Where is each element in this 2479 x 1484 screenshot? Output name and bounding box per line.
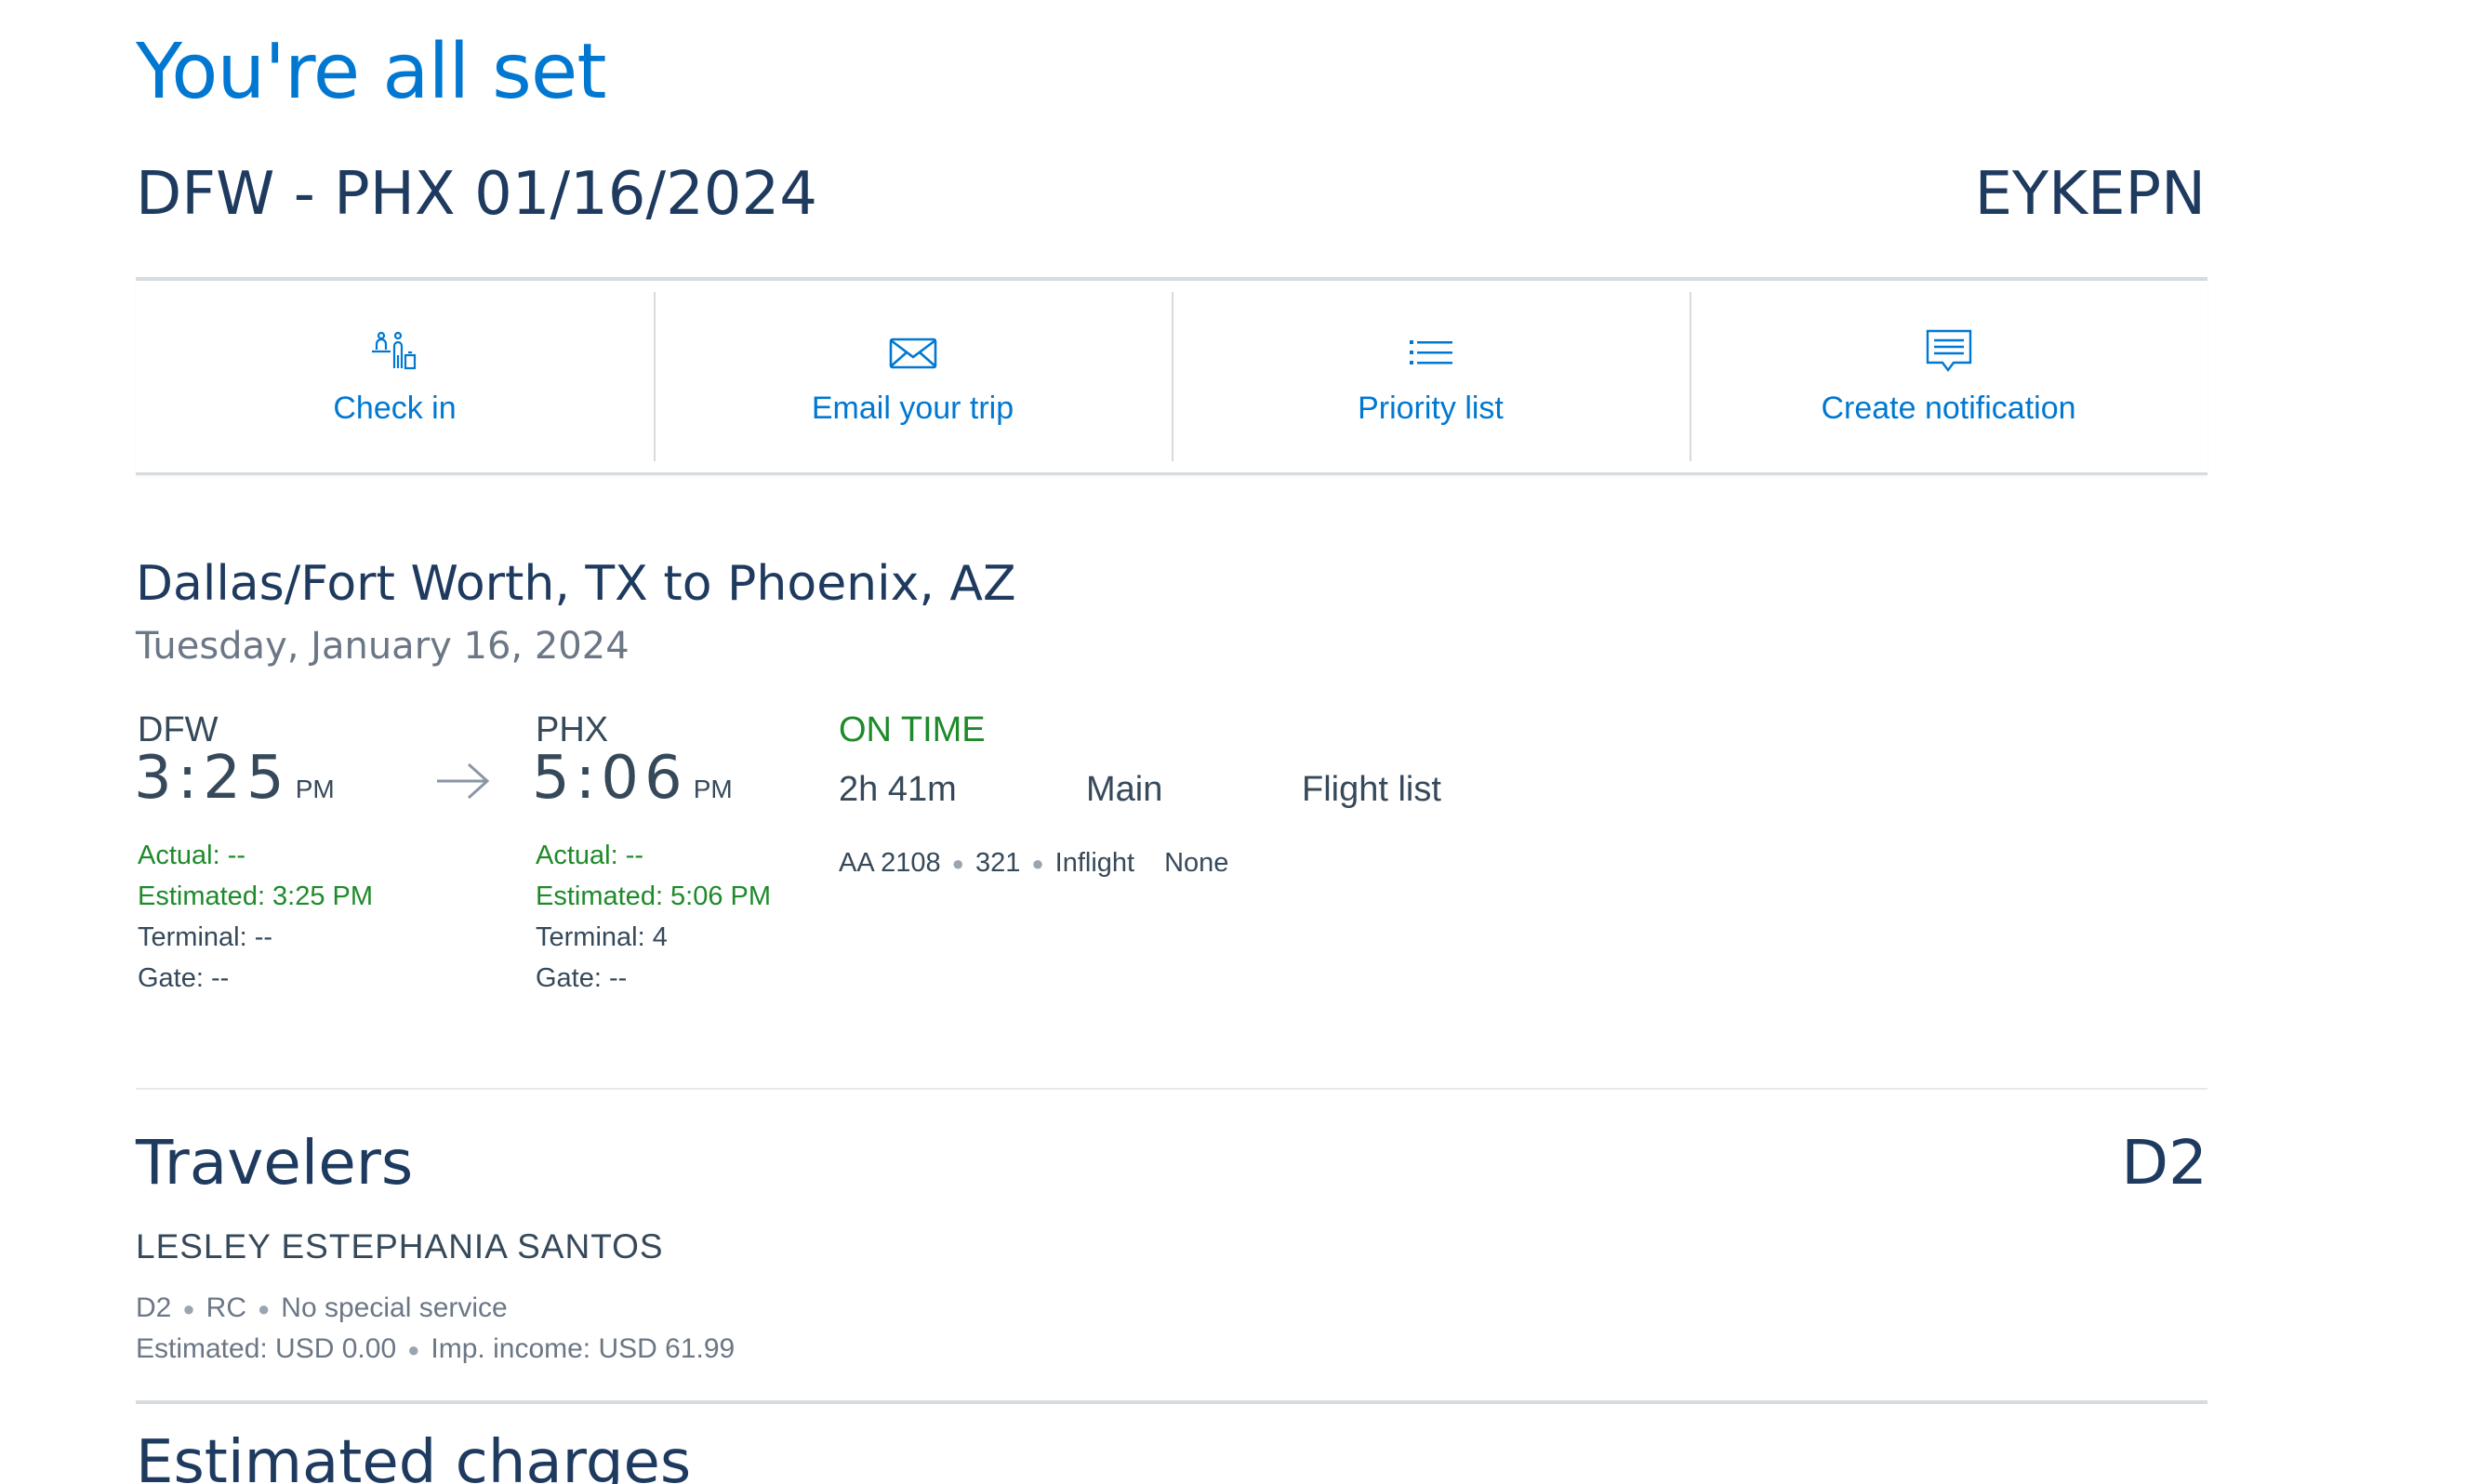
traveler-estimated: Estimated: USD 0.00: [136, 1333, 397, 1364]
traveler-charges: Estimated: USD 0.00 ● Imp. income: USD 61.…: [136, 1333, 735, 1365]
estimated-charges-heading: Estimated charges: [136, 1428, 692, 1484]
origin-terminal: Terminal: --: [138, 922, 273, 952]
notification-icon: [1924, 327, 1974, 378]
priority-list-button[interactable]: Priority list: [1172, 281, 1690, 472]
separator-dot: ●: [1031, 852, 1044, 876]
record-locator: EYKEPN: [1974, 160, 2206, 229]
flight-meta-line: AA 2108 ● 321 ● Inflight None: [839, 848, 1228, 879]
origin-gate: Gate: --: [138, 963, 230, 993]
trip-confirmation-page: You're all set DFW - PHX 01/16/2024 EYKE…: [0, 0, 2479, 1484]
destination-ampm: PM: [693, 775, 733, 803]
traveler-service: No special service: [281, 1292, 508, 1323]
origin-estimated: Estimated: 3:25 PM: [138, 881, 374, 911]
traveler-seat: D2: [136, 1292, 172, 1323]
cabin-class: Main: [1086, 770, 1163, 809]
destination-time: 5:06 PM: [532, 744, 733, 813]
traveler-details: D2 ● RC ● No special service: [136, 1292, 508, 1324]
trip-actions-bar: Check in Email your trip Priority list C…: [136, 277, 2207, 475]
segment-date: Tuesday, January 16, 2024: [136, 625, 630, 668]
destination-actual: Actual: --: [536, 841, 644, 870]
flight-number: AA 2108: [839, 848, 941, 878]
list-icon: [1406, 327, 1456, 378]
create-notification-button[interactable]: Create notification: [1690, 281, 2207, 472]
check-in-icon: [370, 327, 420, 378]
check-in-label: Check in: [333, 390, 457, 426]
traveler-code: RC: [205, 1292, 246, 1323]
section-divider: [136, 1088, 2207, 1090]
flight-status: ON TIME: [839, 710, 986, 749]
flight-duration: 2h 41m: [839, 770, 957, 809]
origin-time-value: 3:25: [134, 744, 290, 813]
page-title: You're all set: [136, 28, 607, 116]
flight-list-link[interactable]: Flight list: [1302, 770, 1441, 810]
destination-estimated: Estimated: 5:06 PM: [536, 881, 772, 911]
origin-actual: Actual: --: [138, 841, 246, 870]
destination-time-value: 5:06: [532, 744, 688, 813]
arrow-right-icon: [435, 761, 491, 806]
travelers-seat-summary: D2: [2121, 1127, 2207, 1199]
inflight-value: None: [1164, 848, 1229, 878]
travelers-heading: Travelers: [136, 1127, 414, 1199]
section-divider: [136, 1400, 2207, 1404]
origin-ampm: PM: [295, 775, 335, 803]
separator-dot: ●: [407, 1338, 420, 1362]
separator-dot: ●: [182, 1297, 195, 1321]
destination-gate: Gate: --: [536, 963, 628, 993]
segment-title: Dallas/Fort Worth, TX to Phoenix, AZ: [136, 556, 1016, 612]
aircraft-type: 321: [974, 848, 1021, 878]
check-in-button[interactable]: Check in: [136, 281, 654, 472]
envelope-icon: [888, 327, 938, 378]
create-notification-label: Create notification: [1821, 390, 2076, 426]
priority-list-label: Priority list: [1358, 390, 1504, 426]
traveler-imp-income: Imp. income: USD 61.99: [431, 1333, 736, 1364]
email-trip-label: Email your trip: [811, 390, 1014, 426]
destination-terminal: Terminal: 4: [536, 922, 668, 952]
traveler-name: LESLEY ESTEPHANIA SANTOS: [136, 1227, 664, 1265]
inflight-label: Inflight: [1054, 848, 1135, 878]
separator-dot: ●: [951, 852, 964, 876]
email-trip-button[interactable]: Email your trip: [654, 281, 1172, 472]
separator-dot: ●: [258, 1297, 271, 1321]
trip-route-date: DFW - PHX 01/16/2024: [136, 160, 817, 229]
origin-time: 3:25 PM: [134, 744, 335, 813]
